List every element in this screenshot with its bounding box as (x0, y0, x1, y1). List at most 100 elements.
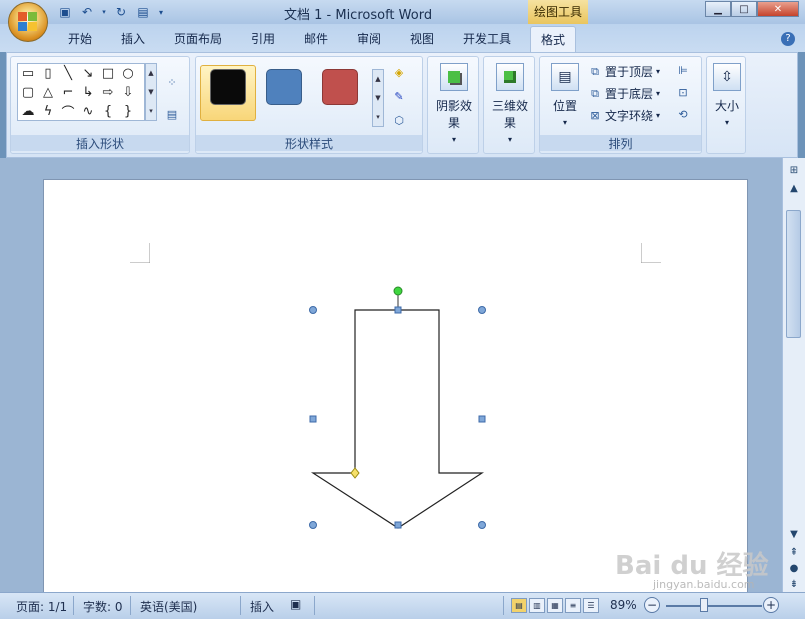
tab-home[interactable]: 开始 (68, 30, 92, 47)
arrow-line-icon[interactable]: ↘ (78, 64, 98, 83)
rotate-icon[interactable]: ⟲ (676, 107, 690, 121)
text-wrap-button[interactable]: ⊠ 文字环绕 ▾ (588, 107, 660, 124)
style-swatch-black[interactable] (210, 69, 246, 105)
document-page[interactable] (43, 179, 748, 592)
cloud-icon[interactable]: ☁ (18, 102, 38, 121)
edit-shape-icon[interactable]: ⁘ (165, 75, 179, 89)
style-swatch-blue[interactable] (266, 69, 302, 105)
resize-handle-bottom-right[interactable] (478, 521, 486, 529)
tab-mailings[interactable]: 邮件 (304, 30, 328, 47)
tab-developer[interactable]: 开发工具 (463, 30, 511, 47)
shadow-effects-button[interactable]: 阴影效果 ▾ (432, 63, 476, 144)
maximize-button[interactable]: □ (731, 1, 757, 17)
resize-handle-top[interactable] (394, 306, 402, 314)
undo-icon[interactable]: ↶ (78, 3, 96, 21)
previous-page-icon[interactable]: ⇞ (786, 544, 802, 560)
scroll-up-icon[interactable]: ▲ (375, 75, 380, 83)
zoom-slider-thumb[interactable] (700, 598, 708, 612)
zoom-out-button[interactable]: − (644, 597, 660, 613)
undo-dropdown-icon[interactable]: ▾ (100, 3, 108, 21)
ruler-toggle-icon[interactable]: ⊞ (786, 162, 802, 178)
zoom-in-button[interactable]: + (763, 597, 779, 613)
tab-review[interactable]: 审阅 (357, 30, 381, 47)
rotation-handle[interactable] (393, 286, 403, 296)
size-button[interactable]: ⇳ 大小 ▾ (709, 63, 745, 127)
right-arrow-icon[interactable]: ⇨ (98, 83, 118, 102)
resize-handle-top-right[interactable] (478, 306, 486, 314)
tab-insert[interactable]: 插入 (121, 30, 145, 47)
triangle-icon[interactable]: △ (38, 83, 58, 102)
zoom-level[interactable]: 89% (610, 598, 637, 612)
customize-qat-icon[interactable]: ▾ (156, 3, 166, 21)
rectangle-icon[interactable]: □ (98, 64, 118, 83)
insert-mode-indicator[interactable]: 插入 (250, 598, 274, 615)
word-count[interactable]: 字数: 0 (83, 598, 123, 615)
elbow-connector-icon[interactable]: ⌐ (58, 83, 78, 102)
style-swatch-red[interactable] (322, 69, 358, 105)
scroll-up-icon[interactable]: ▲ (148, 69, 153, 77)
rounded-rectangle-icon[interactable]: ▢ (18, 83, 38, 102)
office-button[interactable] (8, 2, 48, 42)
shapes-gallery[interactable]: ▭ ▯ ╲ ↘ □ ○ ▢ △ ⌐ ↳ ⇨ ⇩ ☁ ϟ ⌒ ∿ { } (17, 63, 145, 121)
gallery-more-icon[interactable]: ▾ (149, 107, 153, 115)
textbox-icon[interactable]: ▭ (18, 64, 38, 83)
print-preview-icon[interactable]: ▤ (134, 3, 152, 21)
tab-references[interactable]: 引用 (251, 30, 275, 47)
lightning-icon[interactable]: ϟ (38, 102, 58, 121)
tab-format[interactable]: 格式 (530, 26, 577, 52)
resize-handle-top-left[interactable] (309, 306, 317, 314)
scroll-down-icon[interactable]: ▼ (375, 94, 380, 102)
down-arrow-icon[interactable]: ⇩ (118, 83, 138, 102)
group-objects-icon[interactable]: ⊡ (676, 85, 690, 99)
vertical-scrollbar[interactable]: ⊞ ▲ ▼ ⇞ ● ⇟ (782, 158, 805, 592)
elbow-arrow-icon[interactable]: ↳ (78, 83, 98, 102)
language-indicator[interactable]: 英语(美国) (140, 598, 197, 615)
macro-record-icon[interactable]: ▣ (290, 597, 301, 611)
position-button[interactable]: ▤ 位置 ▾ (546, 63, 584, 127)
styles-gallery-scroll[interactable]: ▲ ▼ ▾ (372, 69, 384, 127)
print-layout-view-icon[interactable]: ▤ (511, 598, 527, 613)
3d-effects-button[interactable]: 三维效果 ▾ (488, 63, 532, 144)
tab-view[interactable]: 视图 (410, 30, 434, 47)
bring-front-button[interactable]: ⧉ 置于顶层 ▾ (588, 63, 660, 80)
minimize-button[interactable]: ▁ (705, 1, 731, 17)
align-icon[interactable]: ⊫ (676, 63, 690, 77)
help-icon[interactable]: ? (781, 32, 795, 46)
next-page-icon[interactable]: ⇟ (786, 576, 802, 592)
full-screen-reading-icon[interactable]: ▥ (529, 598, 545, 613)
zoom-slider[interactable] (666, 605, 762, 607)
scroll-down-icon[interactable]: ▼ (148, 88, 153, 96)
draw-textbox-icon[interactable]: ▤ (165, 107, 179, 121)
outline-view-icon[interactable]: ≡ (565, 598, 581, 613)
resize-handle-bottom-left[interactable] (309, 521, 317, 529)
send-back-button[interactable]: ⧉ 置于底层 ▾ (588, 85, 660, 102)
web-layout-icon[interactable]: ▦ (547, 598, 563, 613)
shape-outline-icon[interactable]: ✎ (392, 89, 406, 103)
down-arrow-shape[interactable] (304, 283, 494, 543)
tab-page-layout[interactable]: 页面布局 (174, 30, 222, 47)
select-browse-object-icon[interactable]: ● (786, 560, 802, 576)
shapes-gallery-scroll[interactable]: ▲ ▼ ▾ (145, 63, 157, 121)
vertical-textbox-icon[interactable]: ▯ (38, 64, 58, 83)
shape-fill-icon[interactable]: ◈ (392, 65, 406, 79)
curve-icon[interactable]: ∿ (78, 102, 98, 121)
page-counter[interactable]: 页面: 1/1 (16, 598, 67, 615)
redo-icon[interactable]: ↻ (112, 3, 130, 21)
save-icon[interactable]: ▣ (56, 3, 74, 21)
line-icon[interactable]: ╲ (58, 64, 78, 83)
right-brace-icon[interactable]: } (118, 102, 138, 121)
resize-handle-bottom[interactable] (394, 521, 402, 529)
change-shape-icon[interactable]: ⬡ (392, 113, 406, 127)
resize-handle-left[interactable] (309, 415, 317, 423)
arc-icon[interactable]: ⌒ (58, 102, 78, 121)
close-button[interactable]: ✕ (757, 1, 799, 17)
left-brace-icon[interactable]: { (98, 102, 118, 121)
scroll-up-arrow-icon[interactable]: ▲ (786, 180, 802, 196)
gallery-more-icon[interactable]: ▾ (376, 113, 380, 121)
resize-handle-right[interactable] (478, 415, 486, 423)
dropdown-arrow-icon: ▾ (656, 111, 661, 120)
scrollbar-thumb[interactable] (786, 210, 801, 338)
draft-view-icon[interactable]: ☰ (583, 598, 599, 613)
oval-icon[interactable]: ○ (118, 64, 138, 83)
scroll-down-arrow-icon[interactable]: ▼ (786, 526, 802, 542)
